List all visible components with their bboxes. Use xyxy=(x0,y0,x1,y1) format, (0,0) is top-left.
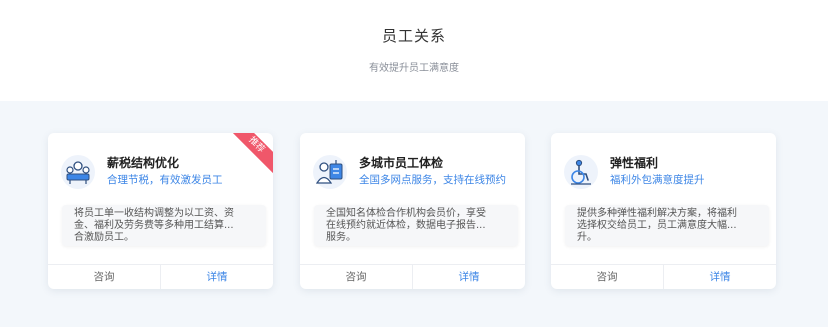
card-subtitle: 合理节税，有效激发员工 xyxy=(107,174,223,186)
section-title: 员工关系 xyxy=(381,27,446,45)
card-description-line: 合激励员工。 xyxy=(74,232,134,243)
card-description-line: 在线预约就近体检，数据电子报告... xyxy=(326,220,486,231)
service-card-health-checkup[interactable]: 多城市员工体检 全国多网点服务，支持在线预约 全国知名体检合作机构会员价，享受 … xyxy=(300,133,525,289)
card-description-line: 服务。 xyxy=(326,232,356,243)
card-description-line: 金、福利及劳务费等多种用工结算... xyxy=(74,220,234,231)
section-header: 员工关系 有效提升员工满意度 xyxy=(0,0,828,101)
meeting-table-icon xyxy=(61,155,95,189)
details-link[interactable]: 详情 xyxy=(413,265,525,289)
card-description-line: 全国知名体检合作机构会员价，享受 xyxy=(326,208,486,219)
consult-button[interactable]: 咨询 xyxy=(48,265,161,289)
card-description-line: 升。 xyxy=(577,232,597,243)
card-description: 全国知名体检合作机构会员价，享受 在线预约就近体检，数据电子报告... 服务。 xyxy=(314,205,518,246)
recommend-badge: 推荐 xyxy=(224,133,273,177)
card-description: 提供多种弹性福利解决方案，将福利 选择权交给员工，员工满意度大幅... 升。 xyxy=(565,205,769,246)
card-description: 将员工单一收结构调整为以工资、资 金、福利及劳务费等多种用工结算... 合激励员… xyxy=(62,205,266,246)
card-description-line: 选择权交给员工，员工满意度大幅... xyxy=(577,220,737,231)
consult-button[interactable]: 咨询 xyxy=(300,265,413,289)
section-subtitle: 有效提升员工满意度 xyxy=(369,63,459,74)
service-card-salary-tax[interactable]: 薪税结构优化 合理节税，有效激发员工 将员工单一收结构调整为以工资、资 金、福利… xyxy=(48,133,273,289)
medical-checkup-icon xyxy=(313,155,347,189)
card-subtitle: 福利外包满意度提升 xyxy=(610,174,705,186)
card-actions: 咨询 详情 xyxy=(551,264,776,289)
card-description-line: 提供多种弹性福利解决方案，将福利 xyxy=(577,208,737,219)
details-link[interactable]: 详情 xyxy=(161,265,273,289)
card-subtitle: 全国多网点服务，支持在线预约 xyxy=(359,174,506,186)
card-title: 薪税结构优化 xyxy=(107,156,180,170)
card-title: 弹性福利 xyxy=(610,156,659,170)
wheelchair-icon xyxy=(564,155,598,189)
card-description-line: 将员工单一收结构调整为以工资、资 xyxy=(74,208,234,219)
page: 员工关系 有效提升员工满意度 薪税结构优化 合理节税，有效激发员工 将员工单一收… xyxy=(0,0,828,327)
consult-button[interactable]: 咨询 xyxy=(551,265,664,289)
card-title: 多城市员工体检 xyxy=(359,156,444,170)
service-card-flexible-benefits[interactable]: 弹性福利 福利外包满意度提升 提供多种弹性福利解决方案，将福利 选择权交给员工，… xyxy=(551,133,776,289)
card-actions: 咨询 详情 xyxy=(48,264,273,289)
details-link[interactable]: 详情 xyxy=(664,265,776,289)
card-actions: 咨询 详情 xyxy=(300,264,525,289)
